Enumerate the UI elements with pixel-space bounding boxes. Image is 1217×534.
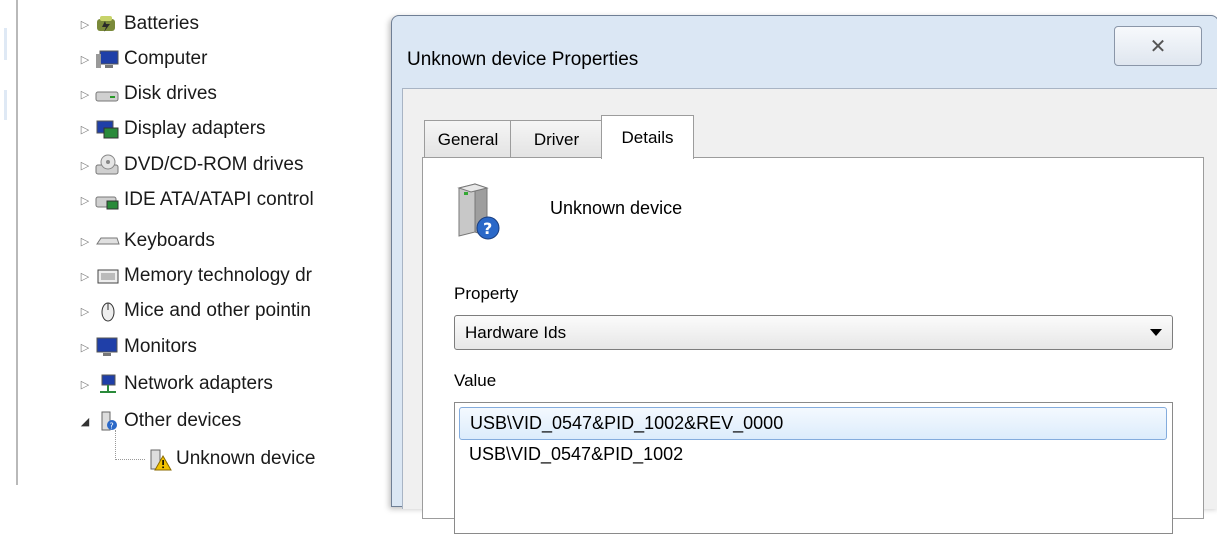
expand-arrow-icon[interactable]: ▷ — [78, 52, 92, 66]
expand-arrow-icon[interactable]: ▷ — [78, 304, 92, 318]
tree-item-label: Unknown device — [176, 448, 316, 469]
device-name: Unknown device — [550, 198, 683, 218]
list-item-text: USB\VID_0547&PID_1002&REV_0000 — [470, 413, 784, 433]
tree-item-label: Computer — [124, 48, 208, 69]
tree-item-label: Memory technology dr — [124, 265, 312, 286]
other-devices-icon: ? — [94, 410, 120, 432]
tree-item-monitors[interactable]: ▷ Monitors — [78, 333, 197, 361]
ide-controller-icon — [94, 189, 120, 211]
tab-driver[interactable]: Driver — [510, 120, 603, 158]
property-select-value: Hardware Ids — [465, 322, 567, 342]
collapse-arrow-icon[interactable]: ◢ — [78, 414, 92, 428]
tree-connector — [115, 430, 117, 460]
expand-arrow-icon[interactable]: ▷ — [78, 193, 92, 207]
tree-item-label: Disk drives — [124, 83, 217, 104]
value-listbox[interactable]: USB\VID_0547&PID_1002&REV_0000 USB\VID_0… — [454, 402, 1173, 534]
tab-general[interactable]: General — [424, 120, 512, 158]
tree-item-label: Display adapters — [124, 118, 266, 139]
tree-item-label: Batteries — [124, 13, 199, 34]
tree-item-label: DVD/CD-ROM drives — [124, 154, 304, 175]
device-tree: ▷ Batteries ▷ Computer ▷ Disk drives ▷ D… — [0, 0, 400, 485]
list-item-text: USB\VID_0547&PID_1002 — [469, 444, 684, 464]
value-label: Value — [454, 371, 497, 390]
svg-text:?: ? — [483, 219, 492, 238]
expand-arrow-icon[interactable]: ▷ — [78, 158, 92, 172]
tree-item-label: Other devices — [124, 410, 242, 431]
expand-arrow-icon[interactable]: ▷ — [78, 340, 92, 354]
details-panel: ? Unknown device Property Hardware Ids V… — [422, 157, 1204, 534]
disk-drive-icon — [94, 83, 120, 105]
tree-item-unknown-device[interactable]: Unknown device — [146, 445, 315, 473]
tree-item-label: Monitors — [124, 336, 197, 357]
computer-icon — [94, 48, 120, 70]
unknown-device-icon: ? — [453, 182, 503, 242]
network-adapter-icon — [94, 373, 120, 395]
tree-item-display-adapters[interactable]: ▷ Display adapters — [78, 115, 266, 143]
expand-arrow-icon[interactable]: ▷ — [78, 87, 92, 101]
tree-item-label: IDE ATA/ATAPI control — [124, 189, 314, 210]
dialog-client-area: General Driver Details ? Unknown device … — [402, 88, 1217, 534]
list-item[interactable]: USB\VID_0547&PID_1002&REV_0000 — [459, 407, 1167, 440]
expand-arrow-icon[interactable]: ▷ — [78, 122, 92, 136]
properties-dialog: Unknown device Properties ✕ General Driv… — [391, 15, 1217, 534]
tree-item-other-devices[interactable]: ◢ ? Other devices — [78, 407, 241, 435]
close-icon: ✕ — [1149, 35, 1167, 58]
expand-arrow-icon[interactable]: ▷ — [78, 234, 92, 248]
tree-item-computer[interactable]: ▷ Computer — [78, 45, 208, 73]
tree-item-label: Keyboards — [124, 230, 215, 251]
close-button[interactable]: ✕ — [1114, 26, 1202, 66]
mouse-icon — [94, 300, 120, 322]
expand-arrow-icon[interactable]: ▷ — [78, 17, 92, 31]
dvd-drive-icon — [94, 154, 120, 176]
list-item[interactable]: USB\VID_0547&PID_1002 — [459, 439, 1165, 470]
tab-details[interactable]: Details — [601, 115, 694, 159]
tree-item-network-adapters[interactable]: ▷ Network adapters — [78, 370, 273, 398]
keyboard-icon — [94, 230, 120, 252]
tree-item-label: Network adapters — [124, 373, 273, 394]
battery-icon — [94, 13, 120, 35]
monitor-icon — [94, 336, 120, 358]
display-adapter-icon — [94, 118, 120, 140]
property-label: Property — [454, 284, 519, 303]
tree-item-label: Mice and other pointin — [124, 300, 311, 321]
tree-connector — [115, 459, 145, 461]
tree-item-mice[interactable]: ▷ Mice and other pointin — [78, 297, 311, 325]
tree-item-memory-technology[interactable]: ▷ Memory technology dr — [78, 262, 312, 290]
memory-icon — [94, 265, 120, 287]
tree-item-ide-controllers[interactable]: ▷ IDE ATA/ATAPI control — [78, 186, 314, 214]
expand-arrow-icon[interactable]: ▷ — [78, 377, 92, 391]
property-select[interactable]: Hardware Ids — [454, 315, 1173, 350]
unknown-device-warning-icon — [146, 448, 172, 471]
tree-item-dvd-drives[interactable]: ▷ DVD/CD-ROM drives — [78, 151, 304, 179]
tree-item-disk-drives[interactable]: ▷ Disk drives — [78, 80, 217, 108]
chevron-down-icon — [1150, 329, 1162, 336]
expand-arrow-icon[interactable]: ▷ — [78, 269, 92, 283]
tree-item-keyboards[interactable]: ▷ Keyboards — [78, 227, 215, 255]
svg-text:?: ? — [110, 422, 114, 431]
tree-item-batteries[interactable]: ▷ Batteries — [78, 10, 199, 38]
dialog-title: Unknown device Properties — [407, 49, 639, 70]
